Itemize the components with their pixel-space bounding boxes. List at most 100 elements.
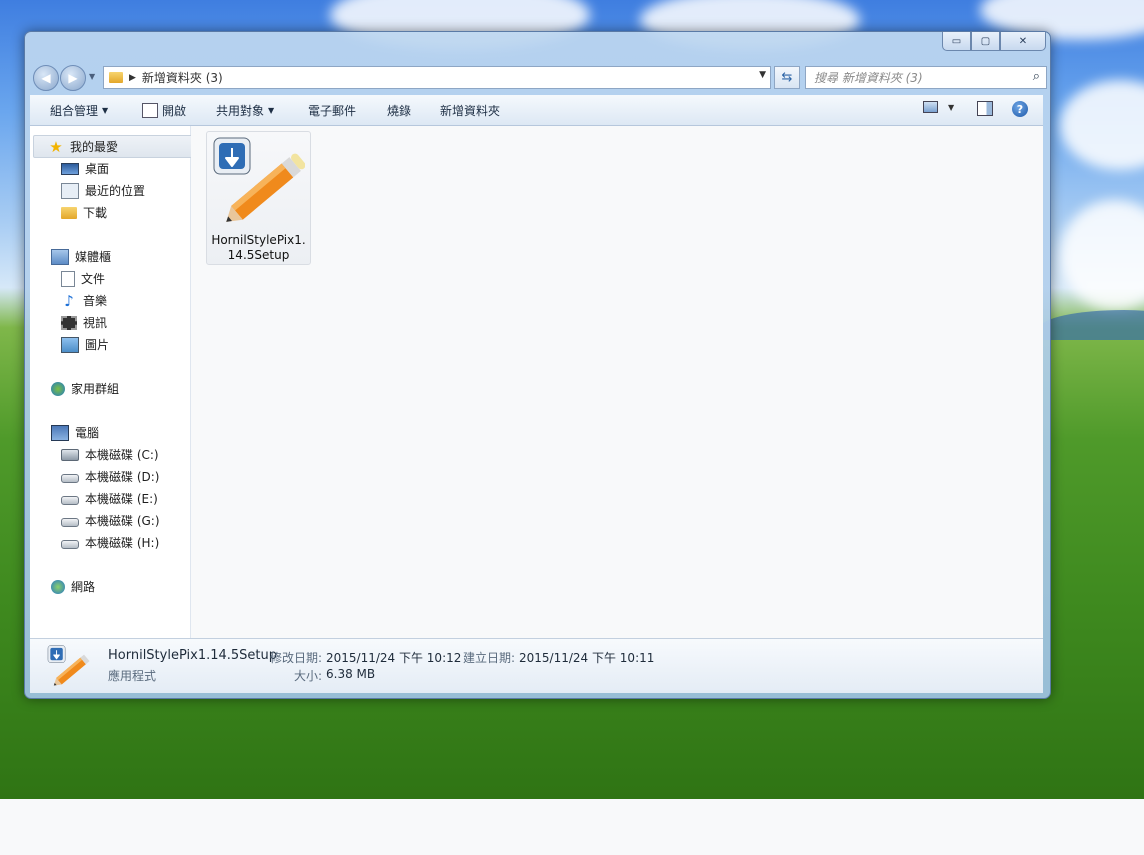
forward-button[interactable]: ▶ [60,65,86,91]
open-label: 開啟 [162,104,187,118]
back-button[interactable]: ◀ [33,65,59,91]
computer-icon [51,424,69,441]
sidebar-item-label: 電腦 [75,426,100,440]
new-folder-label: 新增資料夾 [440,104,501,118]
burn-label: 燒錄 [387,104,412,118]
address-dropdown-icon[interactable]: ▼ [759,70,766,80]
organize-menu[interactable]: 組合管理 ▼ [50,102,108,119]
sidebar-item-label: 桌面 [85,162,110,176]
hard-drive-icon [61,540,79,549]
file-list: HornilStylePix1. 14.5Setup [191,126,1043,638]
document-icon [61,270,75,287]
modified-date-label: 修改日期: [270,651,323,665]
sidebar-item-network[interactable]: 網路 [51,578,95,595]
file-name[interactable]: HornilStylePix1. 14.5Setup [207,233,310,263]
chevron-down-icon: ▼ [102,106,109,115]
refresh-button[interactable]: ⇆ [774,66,800,89]
details-pane: HornilStylePix1.14.5Setup 應用程式 修改日期: 201… [30,638,1043,693]
sidebar-item-libraries[interactable]: 媒體櫃 [51,248,111,265]
help-icon: ? [1012,101,1028,117]
sidebar-item-label: 最近的位置 [85,184,146,198]
sidebar-item-label: 本機磁碟 (D:) [85,470,160,484]
sidebar-item-drive-e[interactable]: 本機磁碟 (E:) [61,490,158,507]
music-note-icon: ♪ [64,291,74,310]
recent-places-icon [61,182,79,199]
share-menu[interactable]: 共用對象 ▼ [216,102,274,119]
open-button[interactable]: 開啟 [142,102,186,119]
search-icon[interactable]: ⌕ [1033,69,1040,84]
recent-pages-chevron-icon[interactable]: ▼ [89,72,95,81]
picture-icon [61,336,79,353]
created-date-value: 2015/11/24 下午 10:11 [519,651,655,665]
star-icon: ★ [49,137,63,156]
sidebar-item-label: 我的最愛 [70,140,119,154]
sidebar-item-desktop[interactable]: 桌面 [61,160,109,177]
explorer-window: ▭ ▢ ✕ ◀ ▶ ▼ ▶ 新增資料夾 (3) ▼ ⇆ 搜尋 新增資料夾 (3)… [24,31,1051,699]
navigation-pane: ★ 我的最愛 桌面 最近的位置 下載 媒體櫃 文件 ♪ 音樂 視訊 圖片 家用群組 … [30,126,201,638]
sidebar-item-drive-d[interactable]: 本機磁碟 (D:) [61,468,159,485]
new-folder-button[interactable]: 新增資料夾 [440,102,500,119]
maximize-button[interactable]: ▢ [971,32,1000,51]
help-button[interactable]: ? [1012,101,1028,117]
preview-pane-icon [977,101,993,116]
preview-pane-button[interactable] [977,101,993,119]
email-label: 電子郵件 [308,104,357,118]
sidebar-item-label: 圖片 [85,338,110,352]
sidebar-item-downloads[interactable]: 下載 [61,204,107,221]
sidebar-item-music[interactable]: ♪ 音樂 [61,292,107,309]
search-placeholder[interactable]: 搜尋 新增資料夾 (3) [814,69,923,86]
installer-pencil-icon [213,137,305,222]
close-button[interactable]: ✕ [1000,32,1046,51]
folder-icon [109,72,123,83]
sidebar-item-recent-places[interactable]: 最近的位置 [61,182,145,199]
modified-date-value: 2015/11/24 下午 10:12 [326,651,462,665]
system-drive-icon [61,448,79,461]
sidebar-item-label: 音樂 [83,294,108,308]
email-button[interactable]: 電子郵件 [308,102,356,119]
search-box[interactable]: 搜尋 新增資料夾 (3) ⌕ [805,66,1047,89]
refresh-icon: ⇆ [781,70,793,85]
command-bar: 組合管理 ▼ 開啟 共用對象 ▼ 電子郵件 燒錄 新增資料夾 ▼ ? [30,95,1043,126]
burn-button[interactable]: 燒錄 [387,102,411,119]
sidebar-item-label: 視訊 [83,316,108,330]
view-icon [923,101,938,113]
network-icon [51,579,65,594]
size-value: 6.38 MB [326,667,376,681]
sidebar-item-videos[interactable]: 視訊 [61,314,107,331]
size-label: 大小: [294,669,323,683]
breadcrumb-arrow-icon[interactable]: ▶ [129,73,136,83]
sidebar-item-homegroup[interactable]: 家用群組 [51,380,119,397]
film-icon [61,315,77,330]
sidebar-item-computer[interactable]: 電腦 [51,424,99,441]
address-bar[interactable]: ▶ 新增資料夾 (3) ▼ [103,66,771,89]
navigation-bar: ◀ ▶ ▼ ▶ 新增資料夾 (3) ▼ ⇆ 搜尋 新增資料夾 (3) ⌕ [33,64,1047,91]
downloads-folder-icon [61,206,77,219]
sidebar-item-drive-h[interactable]: 本機磁碟 (H:) [61,534,159,551]
share-label: 共用對象 [216,104,265,118]
details-file-name: HornilStylePix1.14.5Setup [108,648,278,663]
sidebar-item-drive-c[interactable]: 本機磁碟 (C:) [61,446,159,463]
hard-drive-icon [61,496,79,505]
file-name-line: 14.5Setup [227,248,290,262]
file-item[interactable]: HornilStylePix1. 14.5Setup [206,131,311,265]
sidebar-item-pictures[interactable]: 圖片 [61,336,109,353]
minimize-button[interactable]: ▭ [942,32,971,51]
sidebar-item-drive-g[interactable]: 本機磁碟 (G:) [61,512,160,529]
sidebar-item-label: 本機磁碟 (G:) [85,514,160,528]
libraries-icon [51,248,69,265]
sidebar-item-favorites[interactable]: ★ 我的最愛 [33,135,201,158]
chevron-down-icon: ▼ [268,106,275,115]
breadcrumb-current-folder[interactable]: 新增資料夾 (3) [142,69,223,86]
organize-label: 組合管理 [50,104,99,118]
back-arrow-icon: ◀ [41,71,51,85]
forward-arrow-icon: ▶ [68,71,78,85]
created-date-label: 建立日期: [463,651,516,665]
hard-drive-icon [61,518,79,527]
installer-pencil-icon [47,645,90,686]
content-area: ★ 我的最愛 桌面 最近的位置 下載 媒體櫃 文件 ♪ 音樂 視訊 圖片 家用群組 … [30,126,1043,638]
desktop-icon [61,162,79,175]
sidebar-item-label: 本機磁碟 (C:) [85,448,159,462]
file-name-line: HornilStylePix1. [211,233,306,247]
sidebar-item-documents[interactable]: 文件 [61,270,105,287]
change-view-button[interactable]: ▼ [923,101,954,113]
